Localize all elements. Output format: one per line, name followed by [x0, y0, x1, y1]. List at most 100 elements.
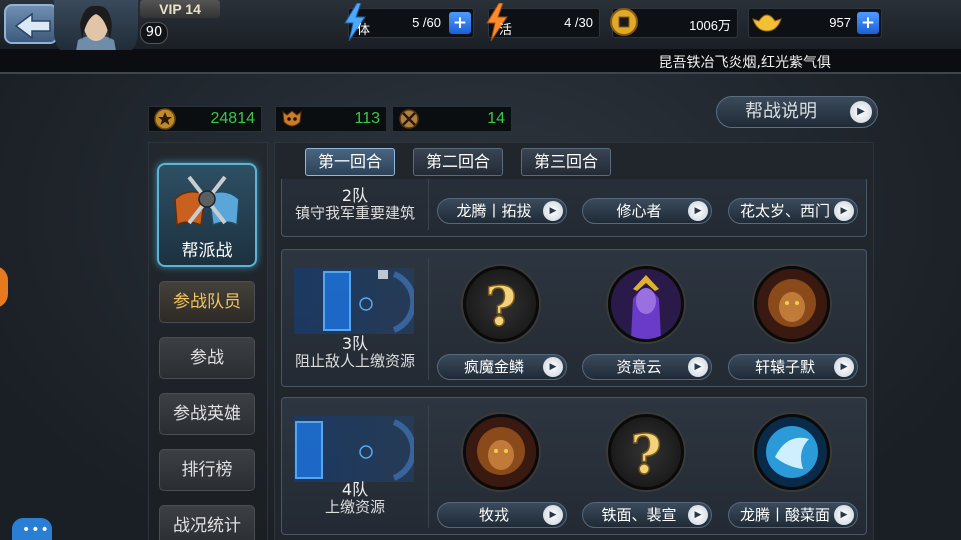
hero-name: 资意云: [616, 358, 662, 376]
lion-beast-portrait-icon: [757, 269, 827, 339]
guild-war-button[interactable]: 帮派战: [157, 163, 257, 267]
hero-name-button[interactable]: 轩辕子默 ▶: [728, 354, 858, 380]
money-value: 1006万: [689, 18, 731, 33]
hero-name-button[interactable]: 修心者 ▶: [582, 198, 712, 224]
tab-round-1[interactable]: 第一回合: [305, 148, 395, 176]
hero-portrait[interactable]: [754, 266, 830, 342]
hero-portrait[interactable]: [608, 266, 684, 342]
demon-mask-icon: [282, 110, 302, 127]
play-arrow-icon: ▶: [688, 201, 708, 221]
guild-war-info-button[interactable]: 帮战说明 ▶: [716, 96, 878, 128]
add-gold-button[interactable]: +: [857, 12, 879, 34]
hero-name: 牧戎: [478, 506, 509, 524]
play-arrow-icon: ▶: [834, 505, 854, 525]
hero-name-button[interactable]: 铁面、裴宣 ▶: [582, 502, 712, 528]
crossed-swords-icon: [399, 109, 419, 129]
top-bar: VIP 14 90 体 5 /60 + 活 4 /30 1006万 957 +: [0, 0, 961, 62]
team-formation-graphic: [294, 268, 417, 334]
play-arrow-icon: ▶: [850, 101, 872, 123]
team-list-panel: 第一回合 第二回合 第三回合 2队 镇守我军重要建筑 龙腾丨拓拔 ▶ 修心者 ▶: [274, 142, 874, 540]
sidebar-item-join[interactable]: 参战: [159, 337, 255, 379]
back-arrow-icon: [14, 12, 51, 40]
play-arrow-icon: ▶: [543, 357, 563, 377]
stat-wins: 14: [392, 106, 512, 132]
hero-name-button[interactable]: 花太岁、西门 ▶: [728, 198, 858, 224]
broadcast-bar: 昆吾铁冶飞炎烟,红光紫气俱: [0, 50, 961, 72]
team-formation-graphic: [294, 416, 417, 482]
play-arrow-icon: ▶: [834, 357, 854, 377]
vip-badge: VIP 14: [140, 0, 220, 18]
fortress-map-icon: [295, 419, 417, 481]
vitality-label: 活: [499, 23, 513, 38]
stat-value: 113: [354, 110, 380, 127]
guild-war-info-label: 帮战说明: [745, 101, 817, 122]
hero-slot[interactable]: 资意云 ▶: [582, 256, 722, 386]
play-arrow-icon: ▶: [834, 201, 854, 221]
sidebar-item-leaderboard[interactable]: 排行榜: [159, 449, 255, 491]
hero-portrait[interactable]: [754, 414, 830, 490]
hero-name-button[interactable]: 牧戎 ▶: [437, 502, 567, 528]
ice-dragon-portrait-icon: [757, 417, 827, 487]
play-arrow-icon: ▶: [543, 201, 563, 221]
gold-ingot-icon: [752, 14, 782, 32]
hero-name: 修心者: [616, 202, 662, 220]
hero-name: 疯魔金鳞: [463, 358, 524, 376]
hero-portrait[interactable]: ?: [463, 266, 539, 342]
guild-war-panel: 24814 113 14 帮战说明 ▶ 帮派战 参战队员 参战 参战英雄 排行榜…: [0, 72, 961, 540]
hero-slot[interactable]: 龙腾丨酸菜面 ▶: [728, 404, 868, 534]
hero-portrait[interactable]: ?: [608, 414, 684, 490]
svg-text:?: ?: [485, 274, 517, 338]
team-row: 4队 上缴资源 牧戎 ▶ ? 铁面、裴宣 ▶ 龙腾丨酸菜面 ▶: [281, 397, 867, 535]
gold-value: 957: [829, 15, 851, 30]
question-mark-icon: ?: [484, 273, 517, 339]
hero-portrait[interactable]: [463, 414, 539, 490]
sidebar-item-statistics[interactable]: 战况统计: [159, 505, 255, 540]
back-button[interactable]: [4, 4, 58, 44]
vitality-resource: 活 4 /30: [486, 3, 600, 41]
hero-name: 轩辕子默: [754, 358, 815, 376]
hero-name-button[interactable]: 龙腾丨酸菜面 ▶: [728, 502, 858, 528]
hero-name: 龙腾丨酸菜面: [739, 506, 830, 524]
team-description: 镇守我军重要建筑: [294, 204, 415, 222]
hero-name-button[interactable]: 龙腾丨拓拔 ▶: [437, 198, 567, 224]
play-arrow-icon: ▶: [543, 505, 563, 525]
stat-kills: 113: [275, 106, 387, 132]
stat-war-points: 24814: [148, 106, 262, 132]
vitality-value: 4 /30: [564, 15, 593, 30]
sidebar: 帮派战 参战队员 参战 参战英雄 排行榜 战况统计: [148, 142, 268, 540]
stamina-value: 5 /60: [412, 15, 441, 30]
chat-button[interactable]: •••: [12, 518, 52, 540]
star-medal-icon: [154, 108, 176, 130]
lion-beast-portrait-icon: [466, 417, 536, 487]
broadcast-text: 昆吾铁冶飞炎烟,红光紫气俱: [658, 55, 831, 71]
play-arrow-icon: ▶: [688, 505, 708, 525]
hero-slot[interactable]: ? 铁面、裴宣 ▶: [582, 404, 722, 534]
guild-war-emblem-icon: [174, 175, 240, 227]
chat-icon: •••: [22, 522, 50, 538]
add-stamina-button[interactable]: +: [449, 12, 471, 34]
question-mark-icon: ?: [629, 421, 662, 487]
money-resource: 1006万: [610, 8, 738, 38]
play-arrow-icon: ▶: [688, 357, 708, 377]
hero-slot[interactable]: ? 疯魔金鳞 ▶: [437, 256, 577, 386]
hero-slot[interactable]: 轩辕子默 ▶: [728, 256, 868, 386]
coin-icon: [610, 8, 638, 36]
guild-war-label: 帮派战: [181, 241, 233, 261]
team-description: 上缴资源: [324, 498, 385, 516]
stamina-resource: 体 5 /60 +: [344, 3, 474, 41]
stat-value: 24814: [210, 110, 256, 127]
tab-round-3[interactable]: 第三回合: [521, 148, 611, 176]
fortress-map-icon: [323, 270, 417, 333]
team-row: 3队 阻止敌人上缴资源 ? 疯魔金鳞 ▶ 资意云 ▶ 轩辕子默 ▶: [281, 249, 867, 387]
sidebar-item-participants[interactable]: 参战队员: [159, 281, 255, 323]
hero-name-button[interactable]: 资意云 ▶: [582, 354, 712, 380]
tab-round-2[interactable]: 第二回合: [413, 148, 503, 176]
hero-name-button[interactable]: 疯魔金鳞 ▶: [437, 354, 567, 380]
hero-name: 铁面、裴宣: [601, 506, 677, 524]
hero-slot[interactable]: 牧戎 ▶: [437, 404, 577, 534]
hero-name: 龙腾丨拓拔: [456, 202, 532, 220]
sidebar-item-heroes[interactable]: 参战英雄: [159, 393, 255, 435]
svg-text:?: ?: [630, 422, 662, 486]
gold-resource: 957 +: [748, 8, 882, 38]
hero-name: 花太岁、西门: [739, 202, 830, 220]
